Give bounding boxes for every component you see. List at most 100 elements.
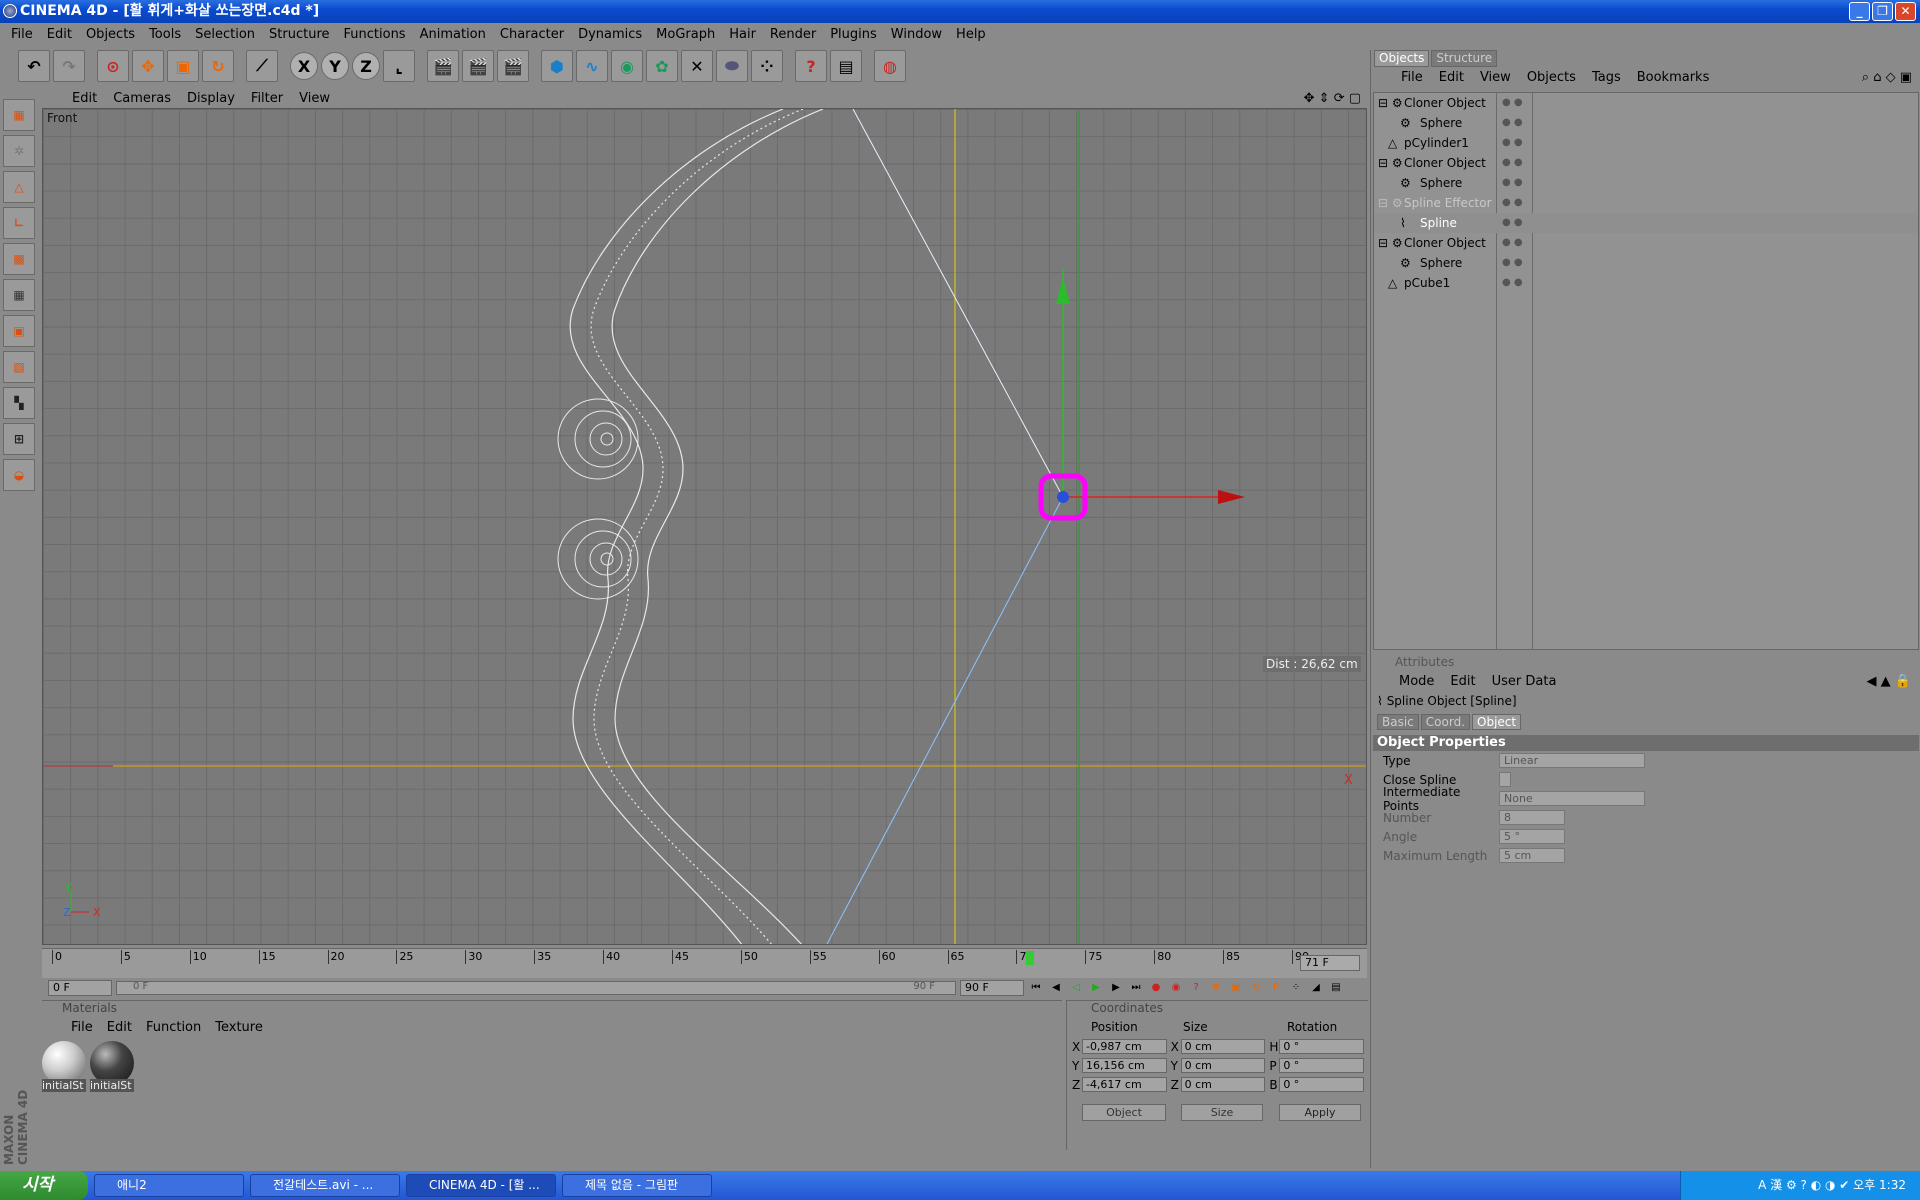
scale-icon[interactable]: ▣ [167, 50, 199, 82]
web-icon[interactable]: ◍ [874, 50, 906, 82]
use-animation-tool-icon[interactable]: ▧ [3, 351, 35, 383]
objects-menu-view[interactable]: View [1472, 70, 1519, 85]
coordinate-mode-select[interactable]: Object [1082, 1104, 1166, 1121]
taskbar-item-cinema4d[interactable]: CINEMA 4D - [활 ... [406, 1174, 556, 1197]
tree-row[interactable]: △ pCube1 ● ● [1374, 273, 1918, 293]
current-frame-field[interactable]: 71 F [1300, 955, 1360, 971]
menu-functions[interactable]: Functions [337, 27, 413, 42]
use-texture-axis-tool-icon[interactable]: ▣ [3, 315, 35, 347]
viewport-menu-display[interactable]: Display [179, 91, 243, 106]
use-axis-icon[interactable]: ⊞ [3, 423, 35, 455]
material-swatch[interactable]: initialSt [90, 1041, 136, 1097]
tree-row[interactable]: ⚙ Sphere ● ● [1374, 253, 1918, 273]
attributes-menu-edit[interactable]: Edit [1442, 674, 1483, 689]
redo-icon[interactable]: ↷ [53, 50, 85, 82]
tree-row[interactable]: ⚙ Sphere ● ● [1374, 113, 1918, 133]
deformer-icon[interactable]: ✕ [681, 50, 713, 82]
timeline-playhead[interactable] [1026, 951, 1035, 965]
viewport-nav-icons[interactable]: ✥ ⇕ ⟳ ▢ [1296, 91, 1367, 106]
array-icon[interactable]: ✿ [646, 50, 678, 82]
restore-button[interactable]: ❐ [1872, 2, 1893, 21]
cube-primitive-icon[interactable]: ⬢ [541, 50, 573, 82]
snap-icon[interactable]: ◒ [3, 459, 35, 491]
close-spline-checkbox[interactable] [1499, 772, 1511, 787]
attributes-menu-user-data[interactable]: User Data [1484, 674, 1565, 689]
live-selection-icon[interactable]: ⊙ [97, 50, 129, 82]
tree-row[interactable]: ⊟ ⚙ Cloner Object ● ● [1374, 153, 1918, 173]
taskbar-item-paint[interactable]: 제목 없음 - 그림판 [562, 1174, 712, 1197]
tab-objects[interactable]: Objects [1374, 50, 1430, 67]
tree-row[interactable]: △ pCylinder1 ● ● [1374, 133, 1918, 153]
tree-row[interactable]: ⌇ Spline ● ● [1374, 213, 1918, 233]
attr-tab-coord[interactable]: Coord. [1420, 714, 1470, 730]
position-y-field[interactable]: 16,156 cm [1081, 1058, 1167, 1073]
interpolation-icon[interactable]: ◢ [1308, 980, 1324, 996]
start-frame-field[interactable]: 0 F [48, 980, 112, 996]
particle-icon[interactable]: ⁘ [751, 50, 783, 82]
menu-hair[interactable]: Hair [722, 27, 763, 42]
prev-frame-icon[interactable]: ◀ [1048, 980, 1064, 996]
x-axis-lock-icon[interactable]: X [290, 52, 318, 80]
objects-menu-objects[interactable]: Objects [1519, 70, 1584, 85]
size-y-field[interactable]: 0 cm [1180, 1058, 1266, 1073]
move-icon[interactable]: ✥ [132, 50, 164, 82]
undo-icon[interactable]: ↶ [18, 50, 50, 82]
menu-animation[interactable]: Animation [413, 27, 493, 42]
tree-row[interactable]: ⊟ ⚙ Cloner Object ● ● [1374, 93, 1918, 113]
use-texture-tool-icon[interactable]: ▦ [3, 279, 35, 311]
materials-menu-function[interactable]: Function [139, 1020, 208, 1035]
objects-menu-bookmarks[interactable]: Bookmarks [1629, 70, 1718, 85]
materials-menu-texture[interactable]: Texture [208, 1020, 270, 1035]
menu-structure[interactable]: Structure [262, 27, 336, 42]
z-axis-lock-icon[interactable]: Z [352, 52, 380, 80]
timeline-icon[interactable]: ▤ [830, 50, 862, 82]
next-frame-icon[interactable]: ▶ [1108, 980, 1124, 996]
tweak-mode-icon[interactable]: ▚ [3, 387, 35, 419]
objects-menu-tags[interactable]: Tags [1584, 70, 1629, 85]
rotation-b-field[interactable]: 0 ° [1279, 1077, 1365, 1092]
close-button[interactable]: ✕ [1895, 2, 1916, 21]
timeline-settings-icon[interactable]: ▤ [1328, 980, 1344, 996]
keyframe-selection-icon[interactable]: ? [1188, 980, 1204, 996]
use-edge-tool-icon[interactable]: ∟ [3, 207, 35, 239]
play-forward-icon[interactable]: ▶ [1088, 980, 1104, 996]
menu-edit[interactable]: Edit [40, 27, 79, 42]
size-mode-select[interactable]: Size [1181, 1104, 1263, 1121]
max-length-field[interactable]: 5 cm [1499, 848, 1565, 863]
materials-menu-file[interactable]: File [64, 1020, 100, 1035]
position-x-field[interactable]: -0,987 cm [1081, 1039, 1167, 1054]
taskbar-item-folder[interactable]: 애니2 [94, 1174, 244, 1197]
tree-row[interactable]: ⊟ ⚙ Cloner Object ● ● [1374, 233, 1918, 253]
goto-end-icon[interactable]: ⏭ [1128, 980, 1144, 996]
attr-tab-object[interactable]: Object [1472, 714, 1522, 730]
use-polygon-tool-icon[interactable]: ▩ [3, 243, 35, 275]
pla-key-icon[interactable]: ⁘ [1288, 980, 1304, 996]
start-button[interactable]: 시작 [0, 1171, 88, 1200]
menu-objects[interactable]: Objects [79, 27, 142, 42]
parameter-key-icon[interactable]: P [1268, 980, 1284, 996]
render-settings-icon[interactable]: 🎬 [497, 50, 529, 82]
environment-icon[interactable]: ⬬ [716, 50, 748, 82]
size-x-field[interactable]: 0 cm [1180, 1039, 1266, 1054]
size-z-field[interactable]: 0 cm [1180, 1077, 1266, 1092]
menu-plugins[interactable]: Plugins [823, 27, 884, 42]
attributes-menu-mode[interactable]: Mode [1391, 674, 1442, 689]
spline-pen-icon[interactable]: ∿ [576, 50, 608, 82]
minimize-button[interactable]: _ [1849, 2, 1870, 21]
viewport-menu-view[interactable]: View [291, 91, 338, 106]
position-z-field[interactable]: -4,617 cm [1081, 1077, 1167, 1092]
menu-selection[interactable]: Selection [188, 27, 262, 42]
recent-tools-icon[interactable]: ⟋ [246, 50, 278, 82]
menu-character[interactable]: Character [493, 27, 571, 42]
viewport-menu-edit[interactable]: Edit [64, 91, 105, 106]
end-frame-field[interactable]: 90 F [960, 980, 1024, 996]
viewport-menu-cameras[interactable]: Cameras [105, 91, 179, 106]
front-viewport[interactable]: Front X Y Z X Dist: 26,62 cm [42, 108, 1367, 945]
render-view-icon[interactable]: 🎬 [427, 50, 459, 82]
viewport-menu-filter[interactable]: Filter [243, 91, 291, 106]
goto-start-icon[interactable]: ⏮ [1028, 980, 1044, 996]
menu-tools[interactable]: Tools [142, 27, 188, 42]
rotation-key-icon[interactable]: ↻ [1248, 980, 1264, 996]
angle-field[interactable]: 5 ° [1499, 829, 1565, 844]
use-model-tool-icon[interactable]: ▦ [3, 99, 35, 131]
